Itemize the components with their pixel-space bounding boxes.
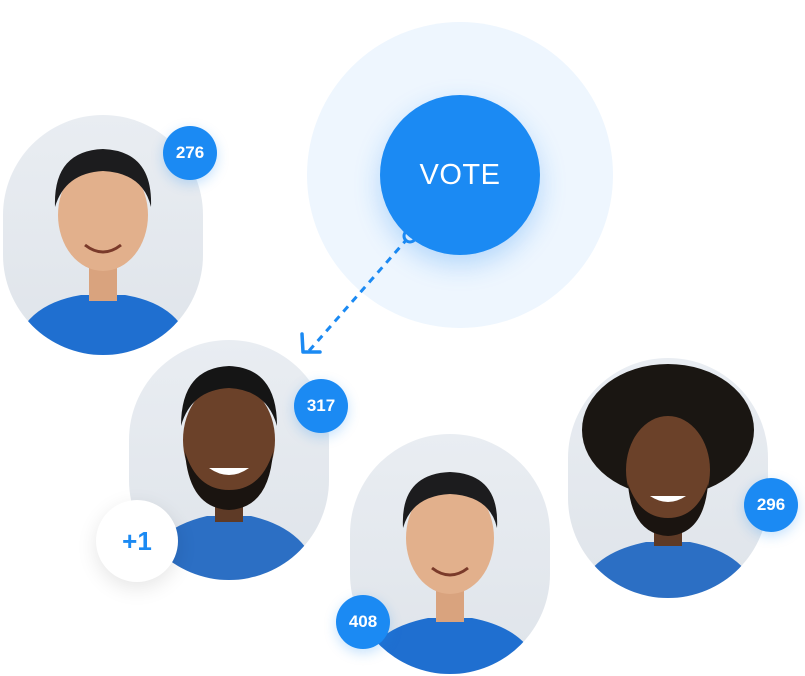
vote-button[interactable]: VOTE (380, 95, 540, 255)
vote-count-badge-3: 408 (336, 595, 390, 649)
vote-count-badge-1: 276 (163, 126, 217, 180)
candidate-photo-4[interactable] (568, 358, 768, 598)
plus-one-indicator: +1 (96, 500, 178, 582)
vote-count-badge-2: 317 (294, 379, 348, 433)
vote-count-badge-4: 296 (744, 478, 798, 532)
